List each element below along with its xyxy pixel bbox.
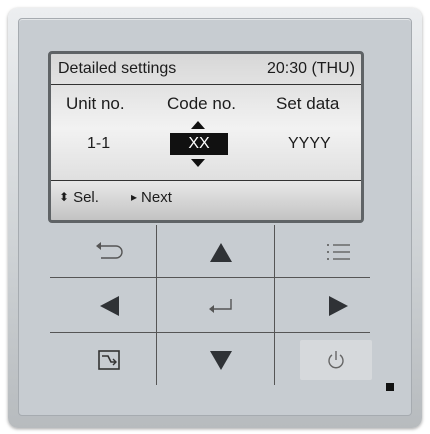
left-button[interactable]: [66, 286, 152, 326]
column-header-data: Set data: [276, 94, 340, 113]
column-header-code: Code no.: [167, 94, 236, 113]
up-down-icon: ⬍: [59, 190, 70, 204]
right-pointer-icon: ▸: [131, 190, 138, 204]
mode-button[interactable]: [66, 340, 152, 380]
status-led: [386, 383, 394, 391]
screen-title: Detailed settings: [58, 60, 177, 77]
power-icon: [328, 351, 344, 369]
power-button[interactable]: [300, 340, 372, 380]
enter-button[interactable]: [178, 286, 264, 326]
select-hint-label: Sel.: [73, 189, 99, 206]
set-data-value: YYYY: [288, 135, 331, 152]
arrow-down-icon: [210, 350, 232, 370]
clock-display: 20:30 (THU): [266, 60, 355, 77]
keypad-divider: [274, 225, 275, 385]
back-button[interactable]: [66, 232, 152, 272]
mode-icon: [98, 350, 120, 370]
code-up-indicator-icon: [191, 121, 205, 129]
arrow-up-icon: [210, 242, 232, 262]
keypad-divider: [50, 277, 370, 278]
down-button[interactable]: [178, 340, 264, 380]
screen-header: Detailed settings 20:30 (THU): [51, 54, 361, 85]
arrow-left-icon: [99, 296, 119, 316]
back-icon: [96, 242, 123, 259]
next-hint-label: Next: [141, 189, 172, 206]
right-button[interactable]: [295, 286, 381, 326]
up-button[interactable]: [178, 232, 264, 272]
select-hint: ⬍ Sel.: [59, 189, 99, 206]
keypad-divider: [50, 332, 370, 333]
column-header-unit: Unit no.: [66, 94, 125, 113]
screen-footer: ⬍ Sel. ▸ Next: [51, 180, 361, 220]
code-down-indicator-icon: [191, 159, 205, 167]
arrow-right-icon: [328, 296, 348, 316]
menu-icon: [327, 244, 350, 260]
next-hint: ▸ Next: [131, 189, 172, 206]
code-no-value: XX: [170, 133, 228, 155]
keypad-divider: [156, 225, 157, 385]
enter-icon: [209, 299, 232, 313]
unit-no-value: 1-1: [87, 135, 111, 152]
lcd-screen: Detailed settings 20:30 (THU) Unit no. C…: [48, 51, 364, 223]
menu-button[interactable]: [295, 232, 381, 272]
